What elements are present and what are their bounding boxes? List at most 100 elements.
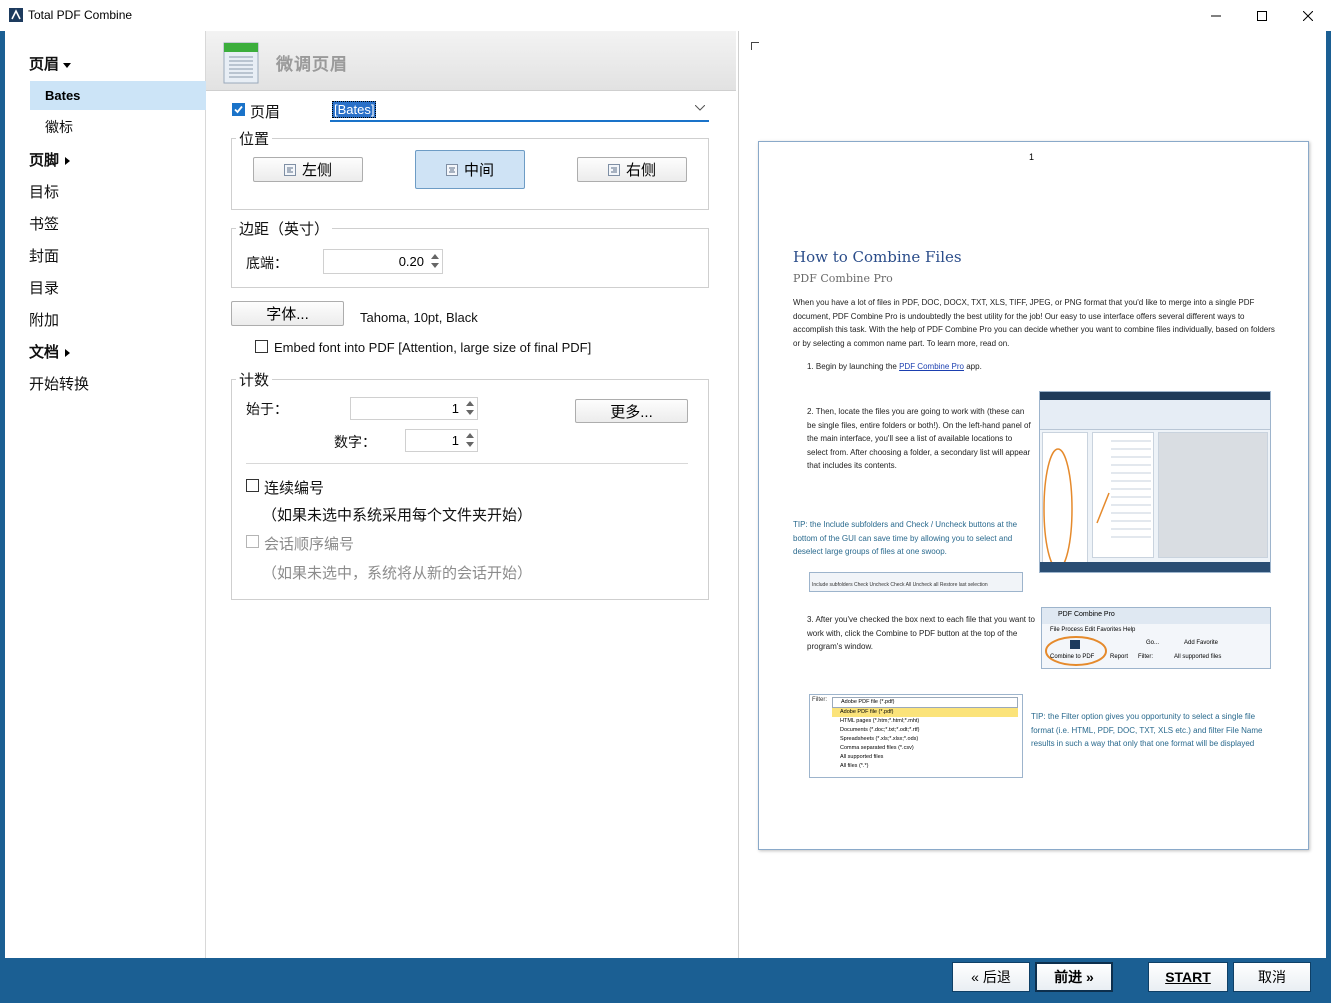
sidebar-item-logo[interactable]: 徽标 xyxy=(45,117,73,137)
divider xyxy=(246,463,688,464)
document-settings-icon xyxy=(223,42,259,84)
back-button[interactable]: « 后退 xyxy=(952,962,1030,992)
sidebar-item-label: 页脚 xyxy=(29,152,60,169)
digits-input[interactable]: 1 xyxy=(405,429,478,452)
thumb-filter-item: All supported files xyxy=(840,754,884,760)
preview-page-number: 1 xyxy=(1029,152,1035,162)
align-center-button[interactable]: 中间 xyxy=(415,150,525,189)
doc-step3: 3. After you've checked the box next to … xyxy=(807,615,1035,651)
thumb-statusbar xyxy=(1040,562,1270,572)
thumb-combine-label: Combine to PDF xyxy=(1050,654,1095,660)
thumb-filter-item: Spreadsheets (*.xls;*.xlsx;*.ods) xyxy=(840,736,919,742)
sidebar: 页眉 Bates 徽标 页脚 目标 书签 封面 目录 附加 文档 开始转换 xyxy=(5,31,206,958)
doc-step1: 1. Begin by launching the PDF Combine Pr… xyxy=(807,360,1047,374)
more-button[interactable]: 更多... xyxy=(575,399,688,423)
sidebar-item-bates[interactable]: Bates xyxy=(45,88,80,103)
thumb-app-title: PDF Combine Pro xyxy=(1058,611,1115,618)
more-button-label: 更多... xyxy=(610,403,653,421)
doc-intro: When you have a lot of files in PDF, DOC… xyxy=(793,298,1275,348)
header-checkbox-label: 页眉 xyxy=(250,104,281,121)
align-left-button[interactable]: 左侧 xyxy=(253,157,363,182)
sidebar-item-header[interactable]: 页眉 xyxy=(29,53,72,74)
title-bar: Total PDF Combine xyxy=(0,0,1331,31)
sidebar-item-document[interactable]: 文档 xyxy=(29,341,71,362)
thumb-menu: File Process Edit Favorites Help xyxy=(1050,627,1136,633)
minimize-icon xyxy=(1211,15,1221,16)
align-right-button[interactable]: 右侧 xyxy=(577,157,687,182)
thumb-filter-label: Filter: xyxy=(1138,654,1153,660)
bottom-margin-input[interactable]: 0.20 xyxy=(323,249,443,274)
cancel-button[interactable]: 取消 xyxy=(1233,962,1311,992)
chevron-right-icon xyxy=(65,157,71,166)
doc-subtitle: PDF Combine Pro xyxy=(793,272,893,285)
font-button-label: 字体... xyxy=(266,306,309,323)
thumb-filter-item: Adobe PDF file (*.pdf) xyxy=(832,697,1018,708)
thumb-report-label: Report xyxy=(1110,654,1129,660)
continuous-numbering-hint: （如果未选中系统采用每个文件夹开始） xyxy=(262,507,533,524)
align-center-label: 中间 xyxy=(463,162,494,179)
doc-step1-suffix: app. xyxy=(964,362,982,371)
doc-tip2: TIP: the Filter option gives you opportu… xyxy=(1031,712,1263,748)
font-button[interactable]: 字体... xyxy=(231,301,344,326)
checkmark-icon xyxy=(234,105,243,114)
spinner-icon[interactable] xyxy=(465,399,475,417)
sidebar-item-append[interactable]: 附加 xyxy=(29,309,59,330)
header-combo[interactable]: [Bates] xyxy=(330,97,709,122)
preview-page: 1 How to Combine Files PDF Combine Pro W… xyxy=(758,141,1309,850)
align-left-label: 左侧 xyxy=(301,162,332,179)
align-right-label: 右侧 xyxy=(625,162,656,179)
embed-font-checkbox[interactable] xyxy=(255,340,268,353)
start-at-value: 1 xyxy=(451,401,459,416)
margin-group-label: 边距（英寸） xyxy=(236,218,333,239)
sidebar-item-start-convert[interactable]: 开始转换 xyxy=(29,373,89,394)
sidebar-item-label: 文档 xyxy=(29,344,60,361)
thumb-add-favorite-label: Add Favorite xyxy=(1184,640,1219,646)
counter-group-label: 计数 xyxy=(236,369,273,390)
minimize-button[interactable] xyxy=(1193,0,1239,31)
sidebar-item-target[interactable]: 目标 xyxy=(29,181,59,202)
thumb-app-titlebar: PDF Combine Pro xyxy=(1042,608,1270,624)
panel-title: 微调页眉 xyxy=(276,55,348,75)
wizard-footer: « 后退 前进 » START 取消 xyxy=(0,958,1331,1003)
thumb-filter-item: Comma separated files (*.csv) xyxy=(840,745,914,751)
align-right-icon xyxy=(607,163,620,176)
next-button[interactable]: 前进 » xyxy=(1035,962,1113,992)
start-at-input[interactable]: 1 xyxy=(350,397,478,420)
digits-label: 数字： xyxy=(334,434,376,450)
thumb-filter-item: Documents (*.doc;*.txt;*.odt;*.rtf) xyxy=(840,727,920,733)
session-numbering-checkbox[interactable] xyxy=(246,535,259,548)
session-numbering-label: 会话顺序编号 xyxy=(264,536,355,553)
sidebar-item-footer[interactable]: 页脚 xyxy=(29,149,71,170)
spinner-icon[interactable] xyxy=(465,431,475,449)
thumb-highlight-icon xyxy=(1043,448,1073,570)
maximize-button[interactable] xyxy=(1239,0,1285,31)
position-group-label: 位置 xyxy=(236,128,273,149)
panel-header: 微调页眉 xyxy=(206,31,736,91)
sidebar-item-bookmarks[interactable]: 书签 xyxy=(29,213,59,234)
app-icon xyxy=(9,8,23,22)
spinner-icon[interactable] xyxy=(430,252,440,270)
start-button[interactable]: START xyxy=(1148,962,1228,992)
thumb-combine-highlight-icon xyxy=(1045,636,1107,666)
embed-font-label: Embed font into PDF [Attention, large si… xyxy=(274,340,592,355)
digits-value: 1 xyxy=(451,433,459,448)
doc-step1-link: PDF Combine Pro xyxy=(899,362,964,371)
doc-tip1: TIP: the Include subfolders and Check / … xyxy=(793,520,1018,556)
thumb-filter-list: Adobe PDF file (*.pdf) Adobe PDF file (*… xyxy=(832,697,1018,771)
close-button[interactable] xyxy=(1285,0,1331,31)
sidebar-item-label: 页眉 xyxy=(29,56,60,73)
sidebar-item-cover[interactable]: 封面 xyxy=(29,245,59,266)
align-center-icon xyxy=(445,163,458,176)
continuous-numbering-checkbox[interactable] xyxy=(246,479,259,492)
header-combo-value: [Bates] xyxy=(332,101,377,118)
sidebar-item-toc[interactable]: 目录 xyxy=(29,277,59,298)
doc-title: How to Combine Files xyxy=(793,248,962,266)
bottom-margin-value: 0.20 xyxy=(398,254,424,269)
settings-panel: 微调页眉 页眉 [Bates] 位置 左侧 中间 右侧 边距（英寸） 底端： 0… xyxy=(206,31,739,958)
thumb-all-files-label: All supported files xyxy=(1174,654,1222,660)
maximize-icon xyxy=(1257,10,1267,21)
thumb-filter-item: All files (*.*) xyxy=(840,763,869,769)
thumb-go-label: Go... xyxy=(1146,640,1160,646)
header-checkbox[interactable] xyxy=(232,103,245,116)
chevron-down-icon xyxy=(695,105,705,111)
